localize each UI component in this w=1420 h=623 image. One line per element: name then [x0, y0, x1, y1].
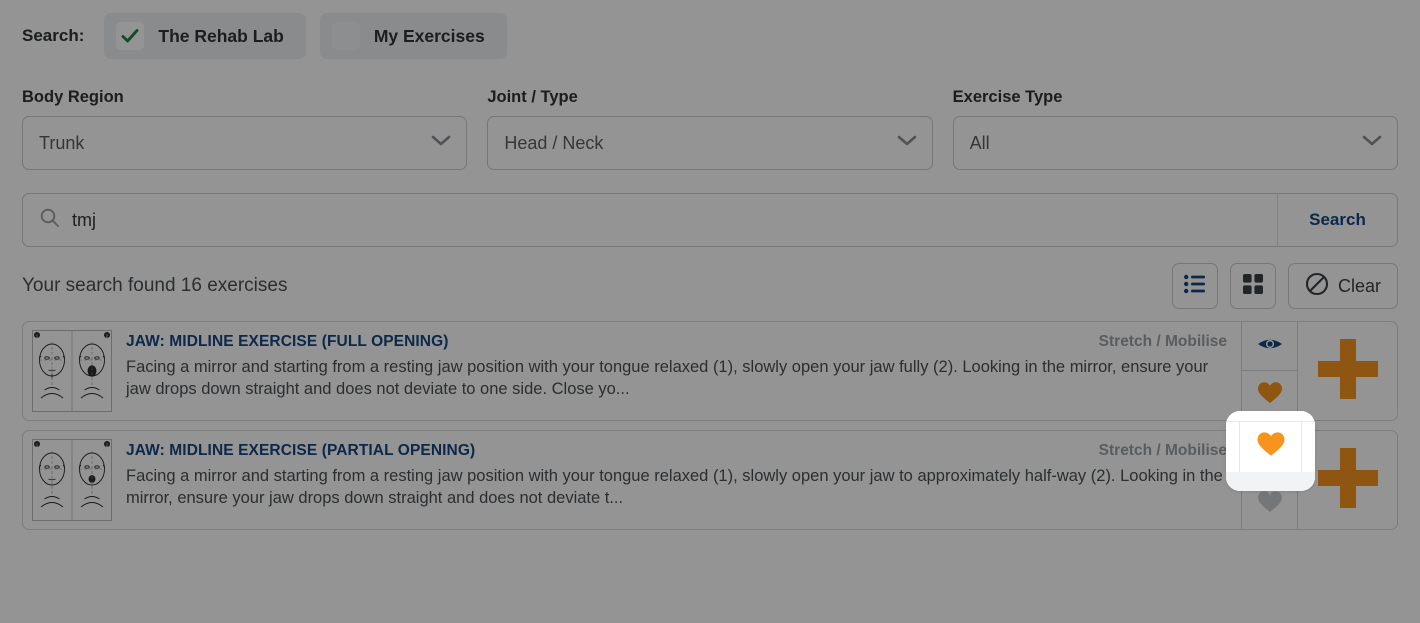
exercise-title: JAW: MIDLINE EXERCISE (PARTIAL OPENING): [126, 442, 476, 459]
clear-button[interactable]: Clear: [1287, 263, 1398, 309]
exercise-type-tag: Stretch / Mobilise: [1098, 442, 1227, 459]
exercise-thumbnail: 1 2: [32, 330, 112, 412]
spotlight-favourite-button[interactable]: [1226, 411, 1315, 491]
exercise-card[interactable]: 1 2 JAW: MIDLINE EXERCISE (PARTIAL OPENI…: [22, 430, 1398, 530]
two-faces-jaw-illustration-icon: 1 2: [32, 439, 112, 521]
body-region-select[interactable]: Trunk: [22, 116, 468, 170]
exercise-thumbnail: 1 2: [32, 439, 112, 521]
heart-icon: [1256, 431, 1286, 463]
filter-body-region: Body Region Trunk: [22, 88, 468, 170]
exercise-card-body: JAW: MIDLINE EXERCISE (FULL OPENING) Str…: [112, 322, 1241, 420]
exercise-description: Facing a mirror and starting from a rest…: [126, 358, 1209, 398]
scope-option-label: The Rehab Lab: [158, 25, 284, 46]
filter-label: Joint / Type: [487, 88, 578, 106]
select-value: Trunk: [39, 132, 85, 153]
search-input[interactable]: tmj: [23, 194, 1277, 246]
preview-button[interactable]: [1242, 322, 1297, 371]
exercise-type-tag: Stretch / Mobilise: [1098, 333, 1227, 350]
spotlight-top-divider: [1226, 411, 1315, 422]
search-button[interactable]: Search: [1277, 194, 1397, 246]
list-view-icon: [1183, 273, 1207, 300]
chevron-down-icon: [430, 134, 452, 153]
grid-view-icon: [1242, 273, 1264, 300]
spotlight-heart-slot[interactable]: [1240, 422, 1301, 472]
spotlight-bottom-edge: [1226, 472, 1315, 491]
search-input-value: tmj: [72, 209, 96, 230]
heart-icon: [1257, 381, 1283, 410]
search-icon: [39, 207, 60, 233]
select-value: All: [969, 132, 990, 153]
exercise-search-page: Search: The Rehab Lab My Exercises Body …: [0, 0, 1420, 623]
exercise-description: Facing a mirror and starting from a rest…: [126, 467, 1223, 507]
filter-label: Body Region: [22, 88, 124, 106]
exercise-card-body: JAW: MIDLINE EXERCISE (PARTIAL OPENING) …: [112, 431, 1241, 529]
exercise-title: JAW: MIDLINE EXERCISE (FULL OPENING): [126, 333, 449, 350]
search-scope-row: Search: The Rehab Lab My Exercises: [22, 0, 1398, 72]
no-entry-icon: [1305, 272, 1329, 301]
exercise-card-actions: [1241, 322, 1297, 420]
scope-option-my-exercises[interactable]: My Exercises: [319, 13, 507, 59]
plus-icon: [1315, 336, 1381, 407]
heart-icon: [1257, 490, 1283, 519]
exercise-card[interactable]: 1 2 JAW: MIDLINE EXERCISE (FULL OPENING)…: [22, 321, 1398, 421]
filter-exercise-type: Exercise Type All: [952, 88, 1398, 170]
clear-button-label: Clear: [1337, 275, 1381, 296]
results-summary: Your search found 16 exercises: [22, 275, 288, 296]
joint-type-select[interactable]: Head / Neck: [487, 116, 933, 170]
list-view-button[interactable]: [1171, 263, 1218, 309]
results-toolbar: Your search found 16 exercises Clear: [22, 251, 1398, 321]
check-icon: [116, 22, 145, 50]
plus-icon: [1315, 445, 1381, 516]
two-faces-jaw-illustration-icon: 1 2: [32, 330, 112, 412]
scope-option-label: My Exercises: [373, 25, 485, 46]
filter-label: Exercise Type: [952, 88, 1063, 106]
spotlight-left-edge: [1226, 422, 1240, 472]
view-tools: Clear: [1171, 263, 1398, 309]
exercise-type-select[interactable]: All: [952, 116, 1398, 170]
chevron-down-icon: [896, 134, 918, 153]
empty-checkbox-icon: [331, 22, 360, 50]
add-exercise-button[interactable]: [1297, 322, 1397, 420]
eye-icon: [1257, 335, 1283, 358]
grid-view-button[interactable]: [1229, 263, 1276, 309]
chevron-down-icon: [1361, 134, 1383, 153]
filter-joint-type: Joint / Type Head / Neck: [487, 88, 933, 170]
select-value: Head / Neck: [504, 132, 604, 153]
keyword-search-bar: tmj Search: [22, 193, 1398, 247]
search-scope-label: Search:: [22, 26, 85, 45]
scope-option-rehab-lab[interactable]: The Rehab Lab: [104, 13, 306, 59]
filter-row: Body Region Trunk Joint / Type Head / Ne…: [22, 88, 1398, 170]
spotlight-right-edge: [1301, 422, 1315, 472]
